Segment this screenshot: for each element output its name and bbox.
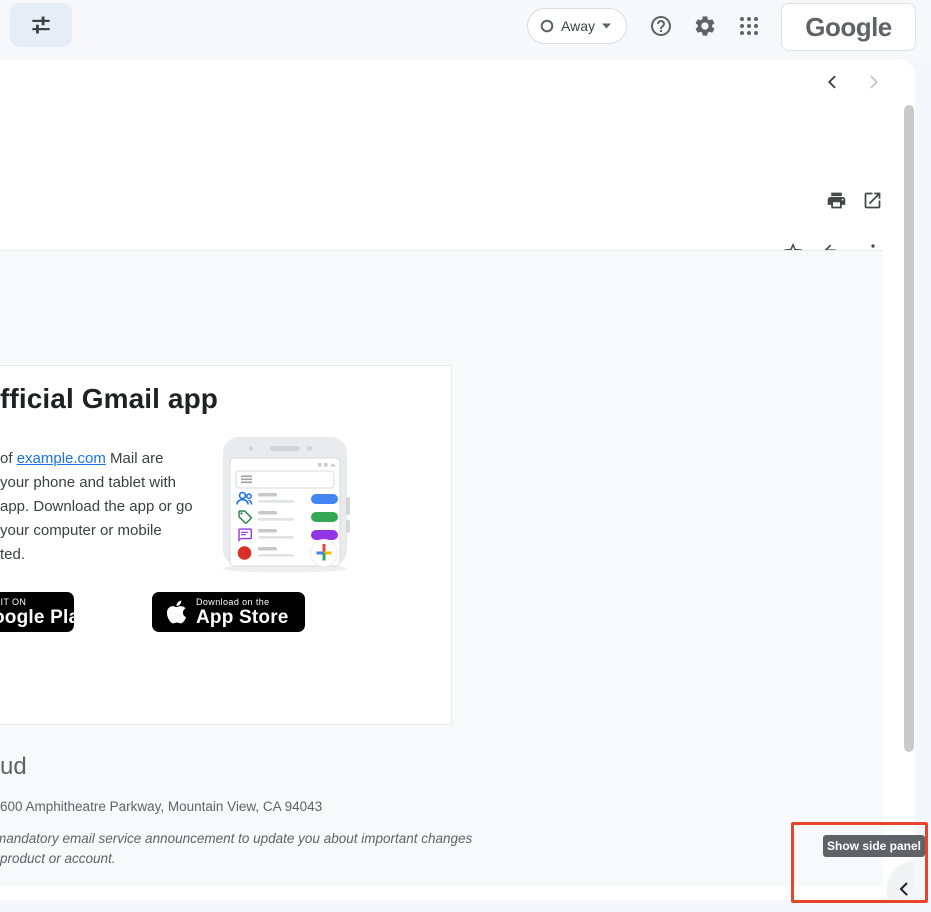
help-icon	[649, 14, 673, 38]
newer-email-button[interactable]	[821, 70, 845, 94]
print-icon	[826, 190, 847, 211]
status-circle-icon	[540, 19, 554, 33]
appstore-badge-top-text: Download on the	[196, 597, 289, 608]
tooltip-text: Show side panel	[827, 839, 921, 853]
reading-pane: fficial Gmail app of example.com Mail ar…	[0, 60, 915, 900]
settings-button[interactable]	[685, 6, 725, 46]
chevron-left-icon	[823, 72, 843, 92]
footer-disclaimer-line2: product or account.	[0, 851, 116, 866]
email-heading: fficial Gmail app	[0, 383, 218, 415]
footer-address: 600 Amphitheatre Parkway, Mountain View,…	[0, 799, 322, 814]
paragraph-line: app. Download the app or go	[0, 495, 193, 519]
paragraph-line: your phone and tablet with	[0, 471, 193, 495]
scrollbar-thumb[interactable]	[904, 105, 914, 752]
google-logo: Google	[805, 12, 892, 43]
apple-icon	[166, 599, 187, 625]
play-badge-bottom-text: Google Play	[0, 608, 90, 628]
paragraph-line: of example.com Mail are	[0, 447, 193, 471]
example-link[interactable]: example.com	[17, 450, 106, 467]
phone-illustration	[215, 435, 355, 575]
google-logo-card: Google	[781, 3, 916, 51]
google-play-badge[interactable]: GET IT ON Google Play	[0, 592, 74, 632]
paragraph-line: ted.	[0, 543, 193, 567]
open-in-new-button[interactable]	[860, 188, 884, 212]
apps-button[interactable]	[729, 6, 769, 46]
caret-down-icon	[602, 23, 611, 29]
status-label: Away	[561, 18, 595, 34]
appstore-badge-bottom-text: App Store	[196, 608, 289, 628]
tune-button[interactable]	[10, 3, 72, 47]
email-paragraph: of example.com Mail are your phone and t…	[0, 447, 193, 567]
tune-icon	[28, 12, 54, 38]
top-bar: Away Google	[0, 0, 931, 60]
status-selector[interactable]: Away	[527, 8, 627, 44]
footer-disclaimer-line1: mandatory email service announcement to …	[0, 831, 472, 846]
paragraph-line: your computer or mobile	[0, 519, 193, 543]
gmail-window: Away Google	[0, 0, 931, 912]
side-panel-tooltip: Show side panel	[823, 835, 925, 857]
app-store-badge[interactable]: Download on the App Store	[152, 592, 305, 632]
footer-brand-fragment: ud	[0, 753, 27, 781]
gear-icon	[693, 14, 717, 38]
play-badge-top-text: GET IT ON	[0, 597, 90, 608]
apps-grid-icon	[737, 14, 761, 38]
email-body: fficial Gmail app of example.com Mail ar…	[0, 250, 883, 887]
open-in-new-icon	[862, 190, 883, 211]
chevron-right-icon	[863, 72, 883, 92]
print-button[interactable]	[824, 188, 848, 212]
older-email-button[interactable]	[861, 70, 885, 94]
help-button[interactable]	[641, 6, 681, 46]
